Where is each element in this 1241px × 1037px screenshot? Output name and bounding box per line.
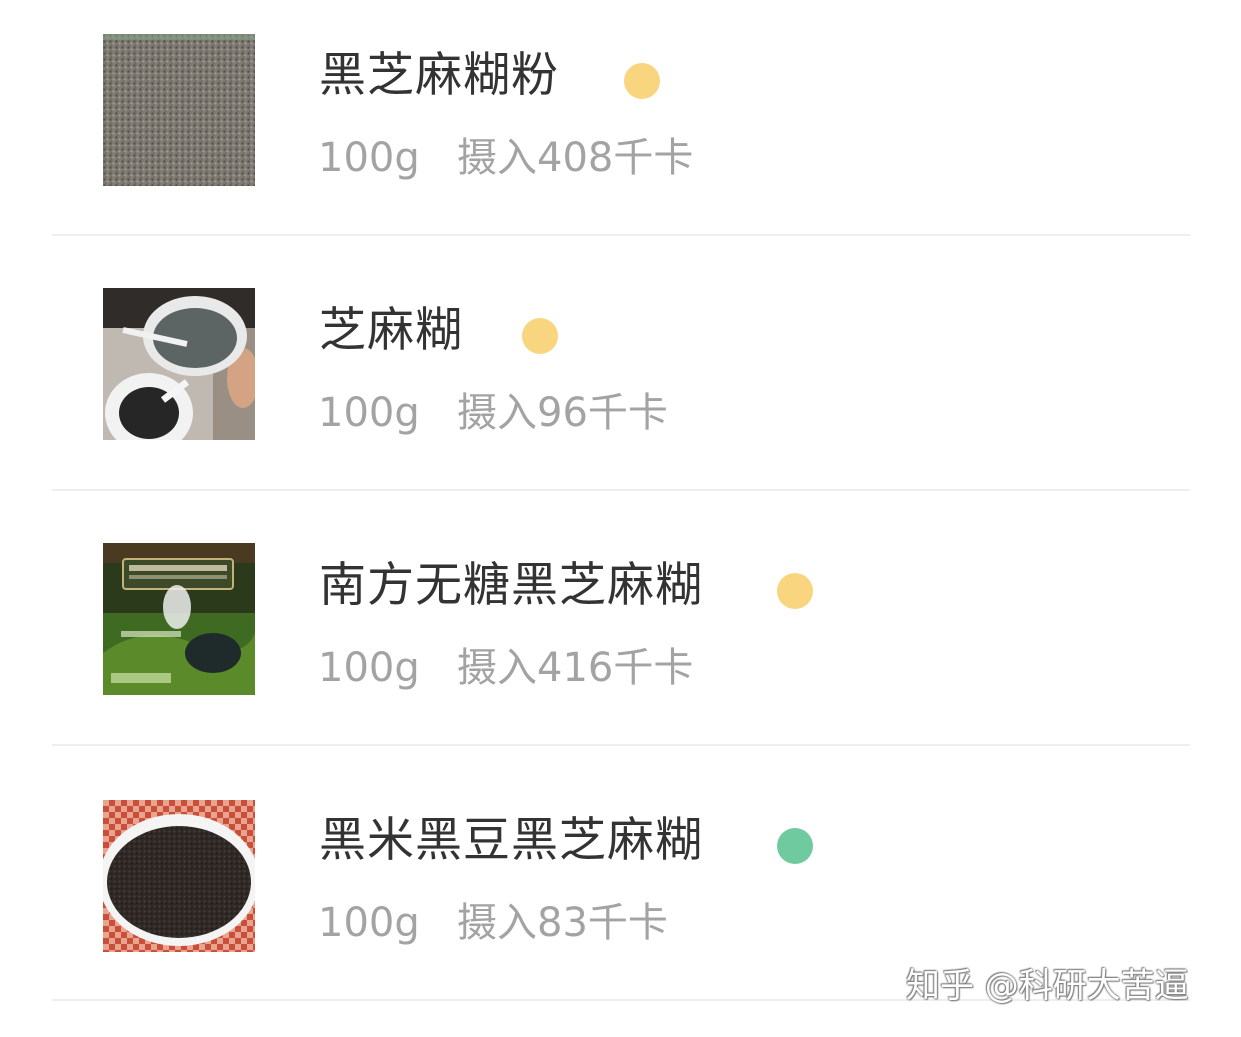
food-name: 南方无糖黑芝麻糊 [319,558,703,613]
calories-label: 摄入83千卡 [457,900,668,946]
status-dot [777,828,813,864]
portion-label: 100g [318,900,420,946]
food-item[interactable]: 南方无糖黑芝麻糊 100g 摄入416千卡 [52,510,1190,746]
calories-label: 摄入408千卡 [457,135,694,181]
food-name: 芝麻糊 [319,303,463,358]
portion-label: 100g [318,390,420,436]
nanfang-package-photo-icon [103,543,255,695]
black-rice-paste-bowl-photo-icon [103,800,255,952]
status-dot [777,573,813,609]
food-name: 黑芝麻糊粉 [319,48,559,103]
sesame-powder-photo-icon [103,34,255,186]
food-item[interactable]: 黑芝麻糊粉 100g 摄入408千卡 [52,0,1190,236]
portion-label: 100g [318,645,420,691]
food-name: 黑米黑豆黑芝麻糊 [319,813,703,868]
sesame-paste-cups-photo-icon [103,288,255,440]
status-dot [624,63,660,99]
portion-label: 100g [318,135,420,181]
status-dot [522,318,558,354]
food-list: 黑芝麻糊粉 100g 摄入408千卡 芝麻糊 100g 摄入96千卡 南方无糖黑… [0,0,1241,1037]
calories-label: 摄入416千卡 [457,645,694,691]
zhihu-watermark: 知乎 @科研大苦逼 [906,966,1189,1006]
food-item[interactable]: 芝麻糊 100g 摄入96千卡 [52,255,1190,491]
calories-label: 摄入96千卡 [457,390,668,436]
